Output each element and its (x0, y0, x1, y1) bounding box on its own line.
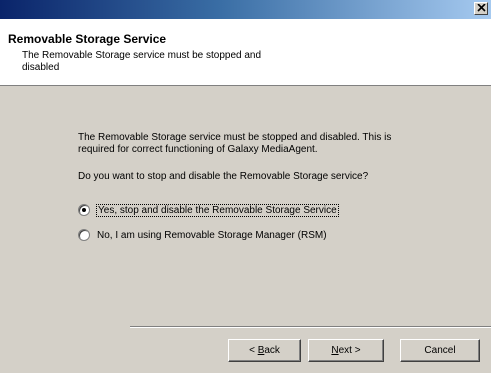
radio-option-no[interactable]: No, I am using Removable Storage Manager… (78, 228, 327, 242)
wizard-header: Removable Storage Service The Removable … (0, 19, 491, 86)
next-rest: ext > (338, 345, 361, 356)
description-text: The Removable Storage service must be st… (78, 132, 392, 155)
radio-selected-dot (82, 208, 86, 212)
radio-label-no[interactable]: No, I am using Removable Storage Manager… (97, 230, 327, 241)
question-text: Do you want to stop and disable the Remo… (78, 171, 369, 182)
radio-label-yes[interactable]: Yes, stop and disable the Removable Stor… (96, 203, 339, 217)
page-title: Removable Storage Service (8, 32, 167, 46)
button-separator (130, 326, 491, 328)
radio-button-yes[interactable] (78, 204, 90, 216)
next-mnemonic: N (331, 345, 339, 356)
radio-option-yes[interactable]: Yes, stop and disable the Removable Stor… (78, 203, 339, 217)
cancel-button[interactable]: Cancel (400, 339, 480, 362)
back-rest: ack (264, 345, 280, 356)
back-button[interactable]: < Back (228, 339, 301, 362)
page-subtitle: The Removable Storage service must be st… (22, 50, 262, 73)
radio-button-no[interactable] (78, 229, 90, 241)
back-prefix: < (249, 345, 258, 356)
setup-wizard-dialog: Removable Storage Service The Removable … (0, 0, 491, 373)
close-button[interactable] (474, 2, 488, 15)
title-bar[interactable] (0, 0, 491, 19)
next-button[interactable]: Next > (308, 339, 384, 362)
close-icon (477, 4, 486, 12)
